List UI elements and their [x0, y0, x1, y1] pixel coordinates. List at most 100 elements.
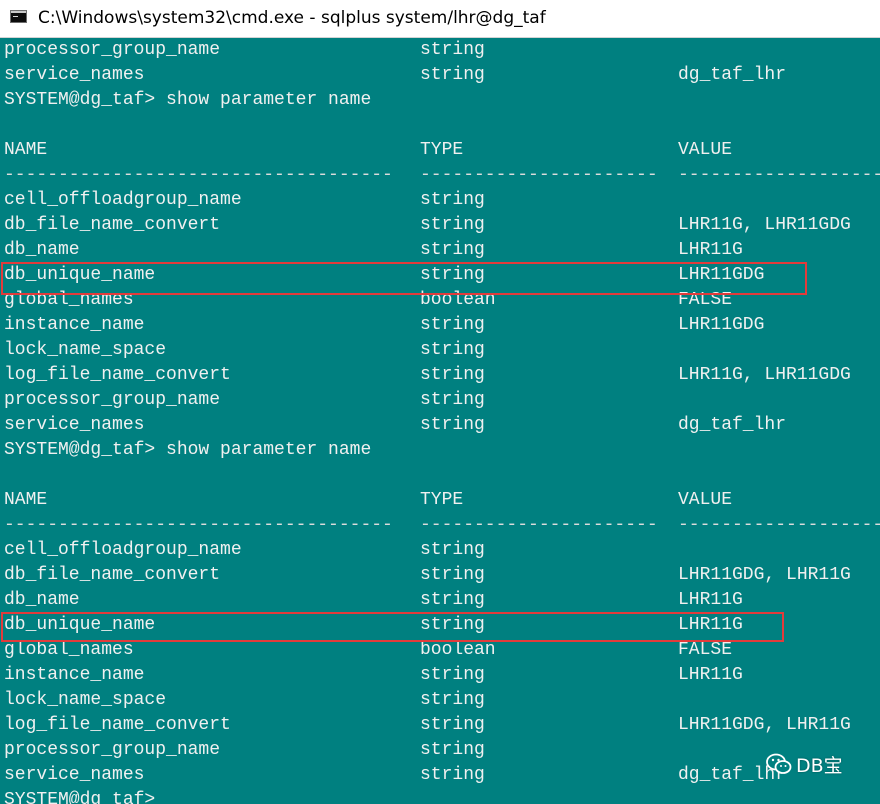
table-row: global_names boolean FALSE — [0, 288, 880, 313]
param-value: LHR11G, LHR11GDG — [678, 215, 851, 235]
sql-prompt: SYSTEM@dg_taf> show parameter name — [0, 88, 880, 113]
table-row: global_names boolean FALSE — [0, 638, 880, 663]
header-value: VALUE — [678, 140, 733, 160]
param-name: db_file_name_convert — [4, 565, 221, 585]
rule-name: ------------------------------------ — [4, 165, 393, 185]
param-type: string — [420, 590, 485, 610]
param-name: processor_group_name — [4, 390, 221, 410]
param-type: string — [420, 265, 485, 285]
wechat-icon — [766, 753, 792, 774]
param-type: string — [420, 765, 485, 785]
param-name: cell_offloadgroup_name — [4, 540, 242, 560]
param-type: boolean — [420, 640, 496, 660]
param-type: string — [420, 215, 485, 235]
param-type: string — [420, 240, 485, 260]
param-name: service_names — [4, 415, 145, 435]
param-type: string — [420, 615, 485, 635]
param-type: string — [420, 690, 485, 710]
table-row: db_name string LHR11G — [0, 238, 880, 263]
param-type: string — [420, 340, 485, 360]
param-name: instance_name — [4, 315, 145, 335]
title-bar[interactable]: C:\Windows\system32\cmd.exe - sqlplus sy… — [0, 0, 880, 38]
table-row: db_unique_name string LHR11GDG — [0, 263, 880, 288]
param-value: LHR11G — [678, 240, 743, 260]
param-value: LHR11GDG — [678, 315, 765, 335]
param-type: boolean — [420, 290, 496, 310]
prompt-text: SYSTEM@dg_taf> show parameter name — [4, 440, 372, 460]
prompt-text: SYSTEM@dg_taf> show parameter name — [4, 90, 372, 110]
rule-value: ------------------------------ — [678, 515, 880, 535]
watermark: DB宝 — [766, 749, 843, 779]
param-value: LHR11G — [678, 590, 743, 610]
table-header: NAME TYPE VALUE — [0, 138, 880, 163]
rule-type: ---------------------- — [420, 165, 658, 185]
param-name: db_unique_name — [4, 615, 156, 635]
table-row: lock_name_space string — [0, 338, 880, 363]
param-type: string — [420, 65, 485, 85]
param-name: cell_offloadgroup_name — [4, 190, 242, 210]
param-name: db_name — [4, 240, 80, 260]
console-output[interactable]: processor_group_name string service_name… — [0, 38, 880, 804]
param-value: LHR11G — [678, 665, 743, 685]
header-name: NAME — [4, 490, 48, 510]
table-row: processor_group_name string — [0, 388, 880, 413]
cmd-window: C:\Windows\system32\cmd.exe - sqlplus sy… — [0, 0, 880, 804]
table-row: db_file_name_convert string LHR11GDG, LHR1… — [0, 563, 880, 588]
rule-value: ------------------------------ — [678, 165, 880, 185]
param-type: string — [420, 665, 485, 685]
console-app-icon — [10, 10, 27, 23]
param-value: dg_taf_lhr — [678, 65, 787, 85]
param-type: string — [420, 40, 485, 60]
param-value: LHR11GDG, LHR11G — [678, 565, 851, 585]
param-name: service_names — [4, 765, 145, 785]
table-row: db_file_name_convert string LHR11G, LHR11G… — [0, 213, 880, 238]
header-type: TYPE — [420, 140, 464, 160]
param-name: instance_name — [4, 665, 145, 685]
param-type: string — [420, 415, 485, 435]
param-type: string — [420, 740, 485, 760]
param-value: FALSE — [678, 290, 733, 310]
param-name: lock_name_space — [4, 690, 167, 710]
table-row: service_names string dg_taf_lhr — [0, 763, 880, 788]
param-type: string — [420, 315, 485, 335]
param-type: string — [420, 390, 485, 410]
table-row: log_file_name_convert string LHR11GDG, LHR… — [0, 713, 880, 738]
param-type: string — [420, 190, 485, 210]
header-rule: ------------------------------------ ---… — [0, 163, 880, 188]
table-row: instance_name string LHR11G — [0, 663, 880, 688]
param-value: LHR11GDG, LHR11G — [678, 715, 851, 735]
window-title: C:\Windows\system32\cmd.exe - sqlplus sy… — [38, 8, 546, 28]
table-row: db_name string LHR11G — [0, 588, 880, 613]
table-row: db_unique_name string LHR11G — [0, 613, 880, 638]
param-name: processor_group_name — [4, 740, 221, 760]
table-header: NAME TYPE VALUE — [0, 488, 880, 513]
sql-prompt[interactable]: SYSTEM@dg_taf> — [0, 788, 880, 804]
table-row: instance_name string LHR11GDG — [0, 313, 880, 338]
table-row: service_names string dg_taf_lhr — [0, 413, 880, 438]
header-value: VALUE — [678, 490, 733, 510]
header-type: TYPE — [420, 490, 464, 510]
header-name: NAME — [4, 140, 48, 160]
rule-name: ------------------------------------ — [4, 515, 393, 535]
table-row: service_names string dg_taf_lhr — [0, 63, 880, 88]
param-name: global_names — [4, 290, 134, 310]
rule-type: ---------------------- — [420, 515, 658, 535]
param-type: string — [420, 540, 485, 560]
table-row: processor_group_name string — [0, 738, 880, 763]
param-name: global_names — [4, 640, 134, 660]
param-name: db_file_name_convert — [4, 215, 221, 235]
param-value: dg_taf_lhr — [678, 415, 787, 435]
table-row: cell_offloadgroup_name string — [0, 188, 880, 213]
param-value: LHR11G — [678, 615, 743, 635]
table-row: cell_offloadgroup_name string — [0, 538, 880, 563]
watermark-text: DB宝 — [796, 754, 843, 777]
table-row: processor_group_name string — [0, 38, 880, 63]
table-row: log_file_name_convert string LHR11G, LHR11… — [0, 363, 880, 388]
param-name: db_unique_name — [4, 265, 156, 285]
param-name: service_names — [4, 65, 145, 85]
param-value: LHR11GDG — [678, 265, 765, 285]
param-value: FALSE — [678, 640, 733, 660]
param-name: db_name — [4, 590, 80, 610]
sql-prompt: SYSTEM@dg_taf> show parameter name — [0, 438, 880, 463]
param-value: LHR11G, LHR11GDG — [678, 365, 851, 385]
